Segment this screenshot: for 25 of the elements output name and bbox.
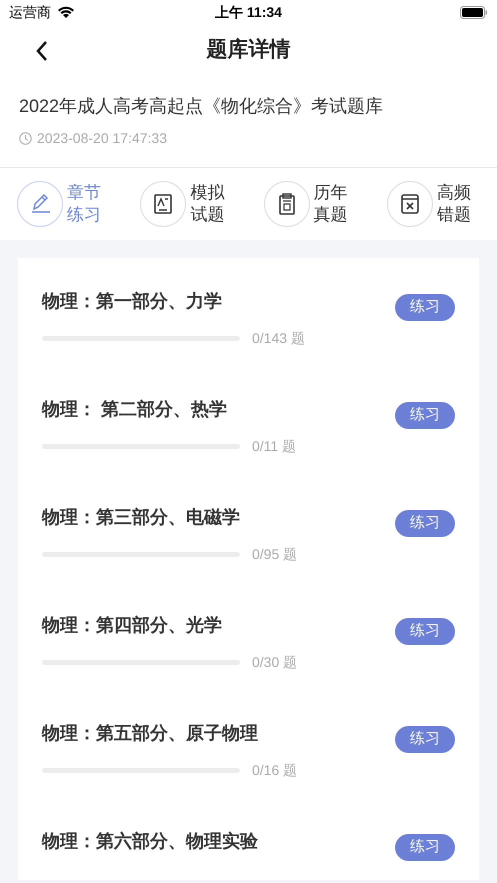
chapter-title: 物理：第五部分、原子物理 — [42, 722, 259, 745]
update-date: 2023-08-20 17:47:33 — [37, 129, 167, 148]
practice-button[interactable]: 练习 — [395, 726, 455, 753]
chapter-title: 物理：第一部分、力学 — [42, 290, 223, 313]
chapter-title: 物理： 第二部分、热学 — [42, 398, 228, 421]
question-count: 0/30 题 — [252, 653, 298, 672]
carrier-label: 运营商 — [9, 3, 51, 22]
question-count: 0/16 题 — [252, 761, 298, 780]
practice-button[interactable]: 练习 — [395, 294, 455, 321]
question-count: 0/143 题 — [252, 329, 305, 348]
wifi-icon — [57, 6, 75, 19]
question-count: 0/11 题 — [252, 437, 296, 456]
practice-button[interactable]: 练习 — [395, 402, 455, 429]
chapter-title: 物理：第三部分、电磁学 — [42, 506, 241, 529]
question-bank-title: 2022年成人高考高起点《物化综合》考试题库 — [19, 95, 384, 118]
chapter-title: 物理：第四部分、光学 — [42, 614, 223, 637]
practice-button[interactable]: 练习 — [395, 510, 455, 537]
clock-time: 上午 11:34 — [215, 3, 282, 22]
practice-button[interactable]: 练习 — [395, 618, 455, 645]
page-title: 题库详情 — [206, 36, 290, 64]
clock-icon — [19, 132, 32, 145]
practice-button[interactable]: 练习 — [395, 834, 455, 861]
battery-icon — [460, 6, 488, 19]
question-count: 0/95 题 — [252, 545, 298, 564]
chapter-title: 物理：第六部分、物理实验 — [42, 830, 258, 853]
